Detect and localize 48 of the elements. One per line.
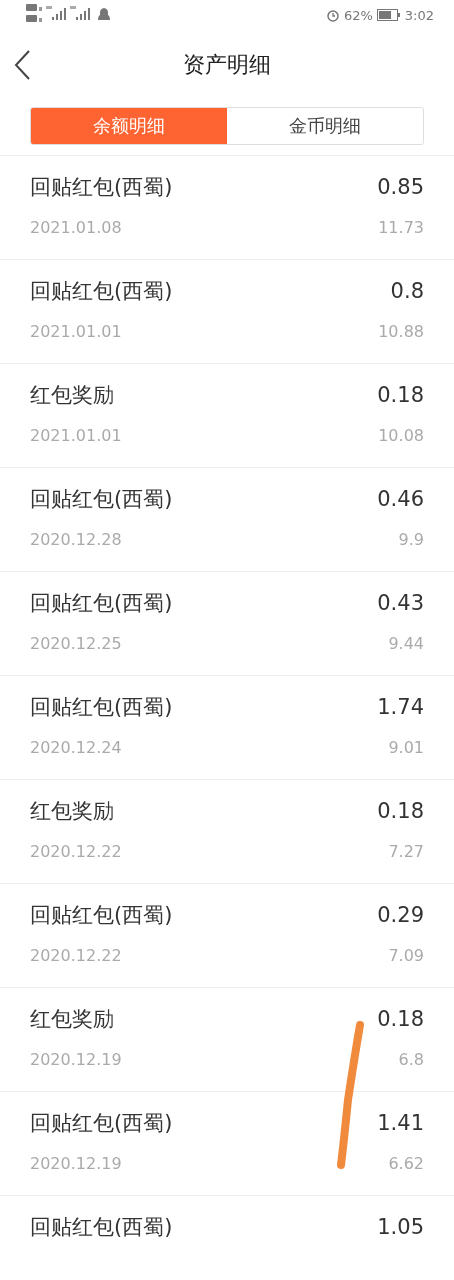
record-title: 红包奖励 [30, 1006, 114, 1033]
record-title: 回贴红包(西蜀) [30, 902, 173, 929]
record-amount: 0.43 [377, 591, 424, 615]
record-balance: 10.88 [378, 322, 424, 341]
record-title: 回贴红包(西蜀) [30, 1214, 173, 1241]
record-date: 2020.12.24 [30, 738, 122, 757]
battery-icon [376, 9, 401, 21]
record-amount: 0.18 [377, 799, 424, 823]
record-date: 2020.12.28 [30, 530, 122, 549]
record-title: 回贴红包(西蜀) [30, 278, 173, 305]
record-amount: 1.41 [377, 1111, 424, 1135]
record-balance: 9.44 [388, 634, 424, 653]
clock-time: 3:02 [404, 7, 434, 23]
record-date: 2020.12.25 [30, 634, 122, 653]
record-amount: 0.8 [390, 279, 424, 303]
battery-percentage: 62% [343, 7, 373, 23]
record-balance: 10.08 [378, 426, 424, 445]
record-balance: 6.62 [388, 1154, 424, 1173]
record-amount: 0.46 [377, 487, 424, 511]
record-amount: 0.18 [377, 383, 424, 407]
record-date: 2021.01.01 [30, 322, 122, 341]
record-date: 2020.12.22 [30, 842, 122, 861]
record-date: 2020.12.22 [30, 946, 122, 965]
alarm-icon [325, 8, 340, 22]
record-balance: 11.73 [378, 218, 424, 237]
page-title: 资产明细 [183, 51, 271, 79]
record-balance: 9.01 [388, 738, 424, 757]
record-balance: 7.09 [388, 946, 424, 965]
record-amount: 1.74 [377, 695, 424, 719]
back-icon[interactable] [14, 50, 30, 80]
record-title: 回贴红包(西蜀) [30, 590, 173, 617]
record-title: 红包奖励 [30, 798, 114, 825]
record-date: 2021.01.01 [30, 426, 122, 445]
record-title: 红包奖励 [30, 382, 114, 409]
record-amount: 1.05 [377, 1215, 424, 1239]
record-balance: 7.27 [388, 842, 424, 861]
record-amount: 0.29 [377, 903, 424, 927]
record-date: 2020.12.19 [30, 1050, 122, 1069]
record-title: 回贴红包(西蜀) [30, 1110, 173, 1137]
record-date: 2021.01.08 [30, 218, 122, 237]
record-title: 回贴红包(西蜀) [30, 174, 173, 201]
record-title: 回贴红包(西蜀) [30, 486, 173, 513]
record-date: 2020.12.19 [30, 1154, 122, 1173]
record-balance: 6.8 [398, 1050, 424, 1069]
record-amount: 0.85 [377, 175, 424, 199]
record-balance: 9.9 [398, 530, 424, 549]
record-amount: 0.18 [377, 1007, 424, 1031]
record-title: 回贴红包(西蜀) [30, 694, 173, 721]
